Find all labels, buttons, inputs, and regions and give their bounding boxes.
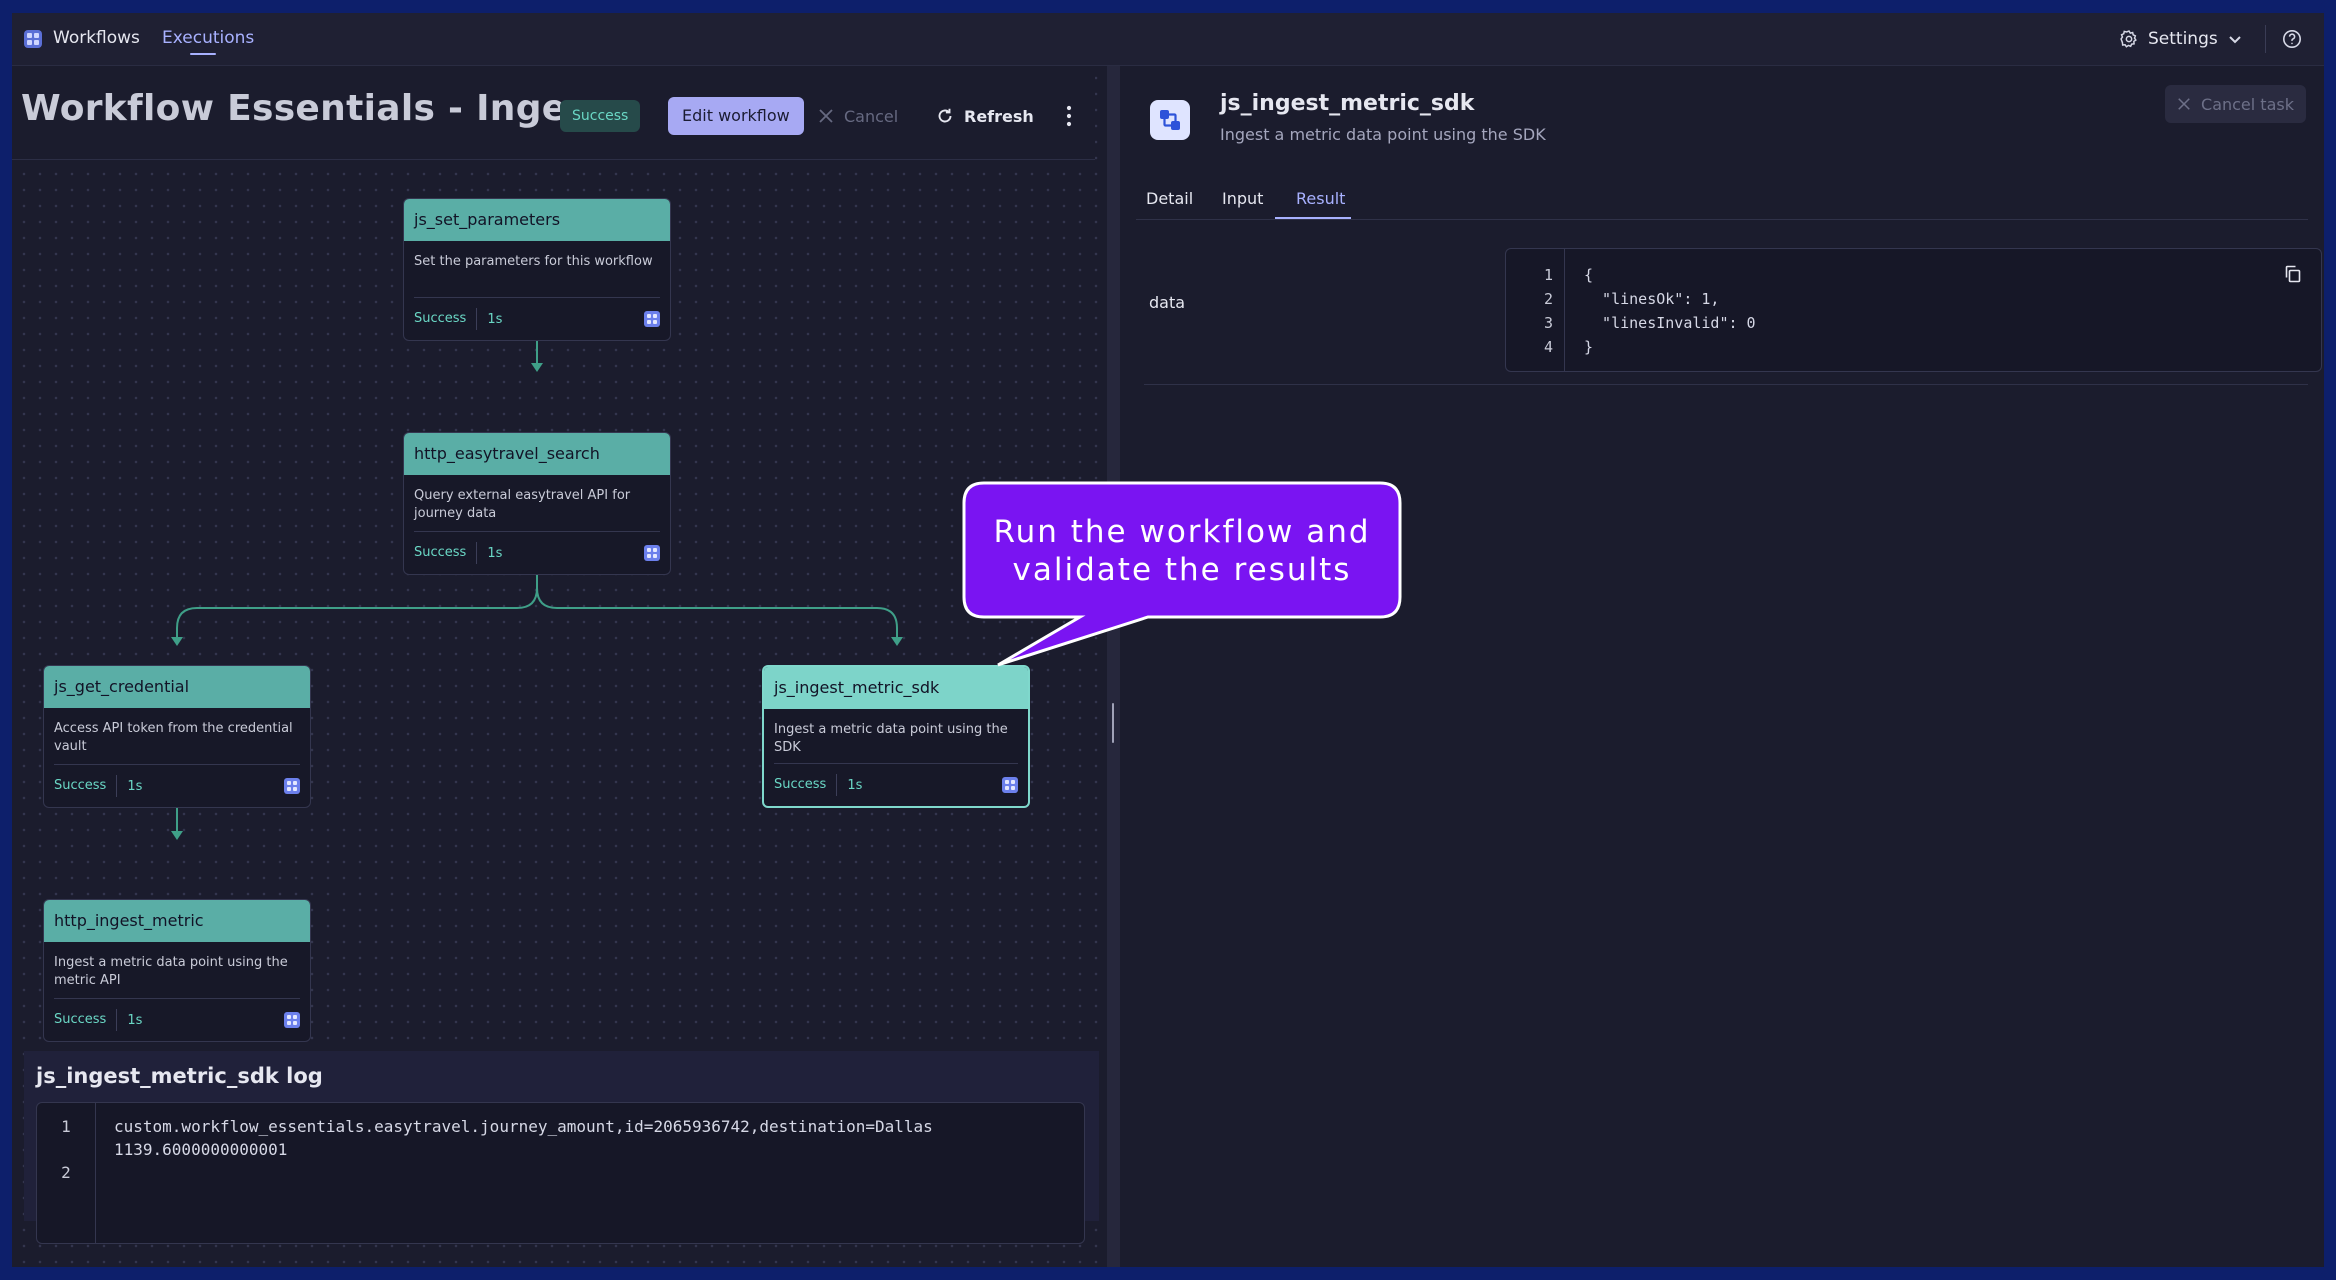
task-type-icon [644,311,660,327]
node-description: Ingest a metric data point using the met… [54,955,288,988]
tab-input[interactable]: Input [1222,189,1263,208]
nav-executions-tab[interactable]: Executions [162,28,254,48]
task-type-icon [284,1012,300,1028]
workflow-canvas-panel: js_set_parameters Set the parameters for… [12,66,1107,1267]
cancel-execution-button[interactable]: Cancel [818,97,898,135]
workflow-node-js-set-parameters[interactable]: js_set_parameters Set the parameters for… [403,198,671,341]
line-number: 2 [61,1163,71,1182]
callout-line: validate the results [1012,552,1352,588]
node-title: js_get_credential [44,666,310,708]
active-tab-indicator [190,53,216,55]
refresh-icon [938,108,952,123]
cancel-label: Cancel [844,106,899,126]
callout-text: Run the workflow and validate the result… [967,513,1397,589]
node-title: js_set_parameters [404,199,670,241]
node-status: Success [54,775,118,797]
line-number-gutter: 1 2 3 4 [1506,249,1565,371]
cancel-task-button[interactable]: Cancel task [2165,85,2306,123]
workflow-node-http-ingest-metric[interactable]: http_ingest_metric Ingest a metric data … [43,899,311,1042]
copy-icon[interactable] [2283,264,2303,284]
task-type-icon [644,545,660,561]
task-type-icon [284,778,300,794]
json-line: "linesInvalid": 0 [1584,314,1756,332]
node-status: Success [414,542,478,564]
workflows-app-icon [24,30,42,48]
task-description: Ingest a metric data point using the SDK [1220,125,1546,144]
active-tab-indicator [1275,217,1351,219]
node-duration: 1s [847,777,863,793]
log-line: 1139.6000000000001 [114,1140,288,1159]
settings-menu-button[interactable]: Settings [2119,27,2243,51]
close-icon [2178,98,2190,110]
refresh-button[interactable]: Refresh [936,97,1034,135]
node-footer: Success 1s [414,297,660,340]
task-type-icon [1002,777,1018,793]
gear-icon [2120,30,2137,48]
result-field-label: data [1149,293,1186,312]
node-description: Access API token from the credential vau… [54,721,293,754]
line-number-gutter: 1 2 [37,1103,96,1243]
execution-header: Workflow Essentials - Inges… Success Edi… [12,66,1095,160]
chevron-down-icon [2229,36,2241,44]
task-app-icon [1150,100,1190,140]
node-footer: Success 1s [54,764,300,807]
task-log-panel: js_ingest_metric_sdk log 1 2 custom.work… [24,1051,1099,1244]
cancel-task-label: Cancel task [2201,94,2294,114]
status-badge: Success [560,100,641,132]
resize-handle[interactable] [1112,703,1114,743]
log-line: custom.workflow_essentials.easytravel.jo… [114,1117,933,1136]
node-footer: Success 1s [54,998,300,1041]
node-description: Query external easytravel API for journe… [414,488,631,521]
node-status: Success [774,774,838,796]
tab-detail[interactable]: Detail [1146,189,1193,208]
node-duration: 1s [487,545,503,561]
tab-result[interactable]: Result [1296,189,1345,208]
task-title: js_ingest_metric_sdk [1220,91,1475,116]
line-number: 3 [1543,314,1553,332]
workflow-node-js-ingest-metric-sdk[interactable]: js_ingest_metric_sdk Ingest a metric dat… [762,665,1030,808]
result-json-viewer[interactable]: 1 2 3 4 { "linesOk": 1, "linesInvalid": … [1505,248,2322,372]
close-icon [819,109,833,123]
node-duration: 1s [127,1012,143,1028]
node-footer: Success 1s [414,531,660,574]
more-options-icon[interactable] [1061,103,1077,129]
json-line: } [1584,338,1594,356]
workflow-node-js-get-credential[interactable]: js_get_credential Access API token from … [43,665,311,808]
node-status: Success [54,1009,118,1031]
refresh-label: Refresh [964,106,1034,126]
json-line: "linesOk": 1, [1584,290,1720,308]
help-icon[interactable] [2282,29,2302,49]
edit-workflow-button[interactable]: Edit workflow [668,97,804,135]
node-title: http_easytravel_search [404,433,670,475]
nav-workflows[interactable]: Workflows [53,28,140,48]
app-window: Workflows Executions Settings js_set_par… [12,13,2324,1267]
line-number: 2 [1543,290,1553,308]
line-number: 1 [1543,266,1553,284]
settings-label: Settings [2148,29,2218,49]
json-line: { [1584,266,1594,284]
callout-line: Run the workflow and [993,514,1371,550]
node-duration: 1s [127,778,143,794]
node-title: http_ingest_metric [44,900,310,942]
top-navigation-bar: Workflows Executions Settings [12,13,2324,66]
result-row-divider [1144,384,2308,385]
line-number: 4 [1543,338,1553,356]
node-description: Set the parameters for this workflow [414,254,653,269]
node-footer: Success 1s [774,763,1018,806]
node-status: Success [414,308,478,330]
task-tabs: Detail Input Result [1136,181,2308,220]
node-description: Ingest a metric data point using the SDK [774,722,1008,755]
workflow-node-http-easytravel-search[interactable]: http_easytravel_search Query external ea… [403,432,671,575]
page-title: Workflow Essentials - Inges… [21,88,625,129]
node-duration: 1s [487,311,503,327]
log-output[interactable]: 1 2 custom.workflow_essentials.easytrave… [36,1102,1085,1244]
topbar-divider [2265,25,2266,53]
line-number: 1 [61,1117,71,1136]
node-title: js_ingest_metric_sdk [764,667,1028,709]
log-title: js_ingest_metric_sdk log [36,1064,323,1088]
